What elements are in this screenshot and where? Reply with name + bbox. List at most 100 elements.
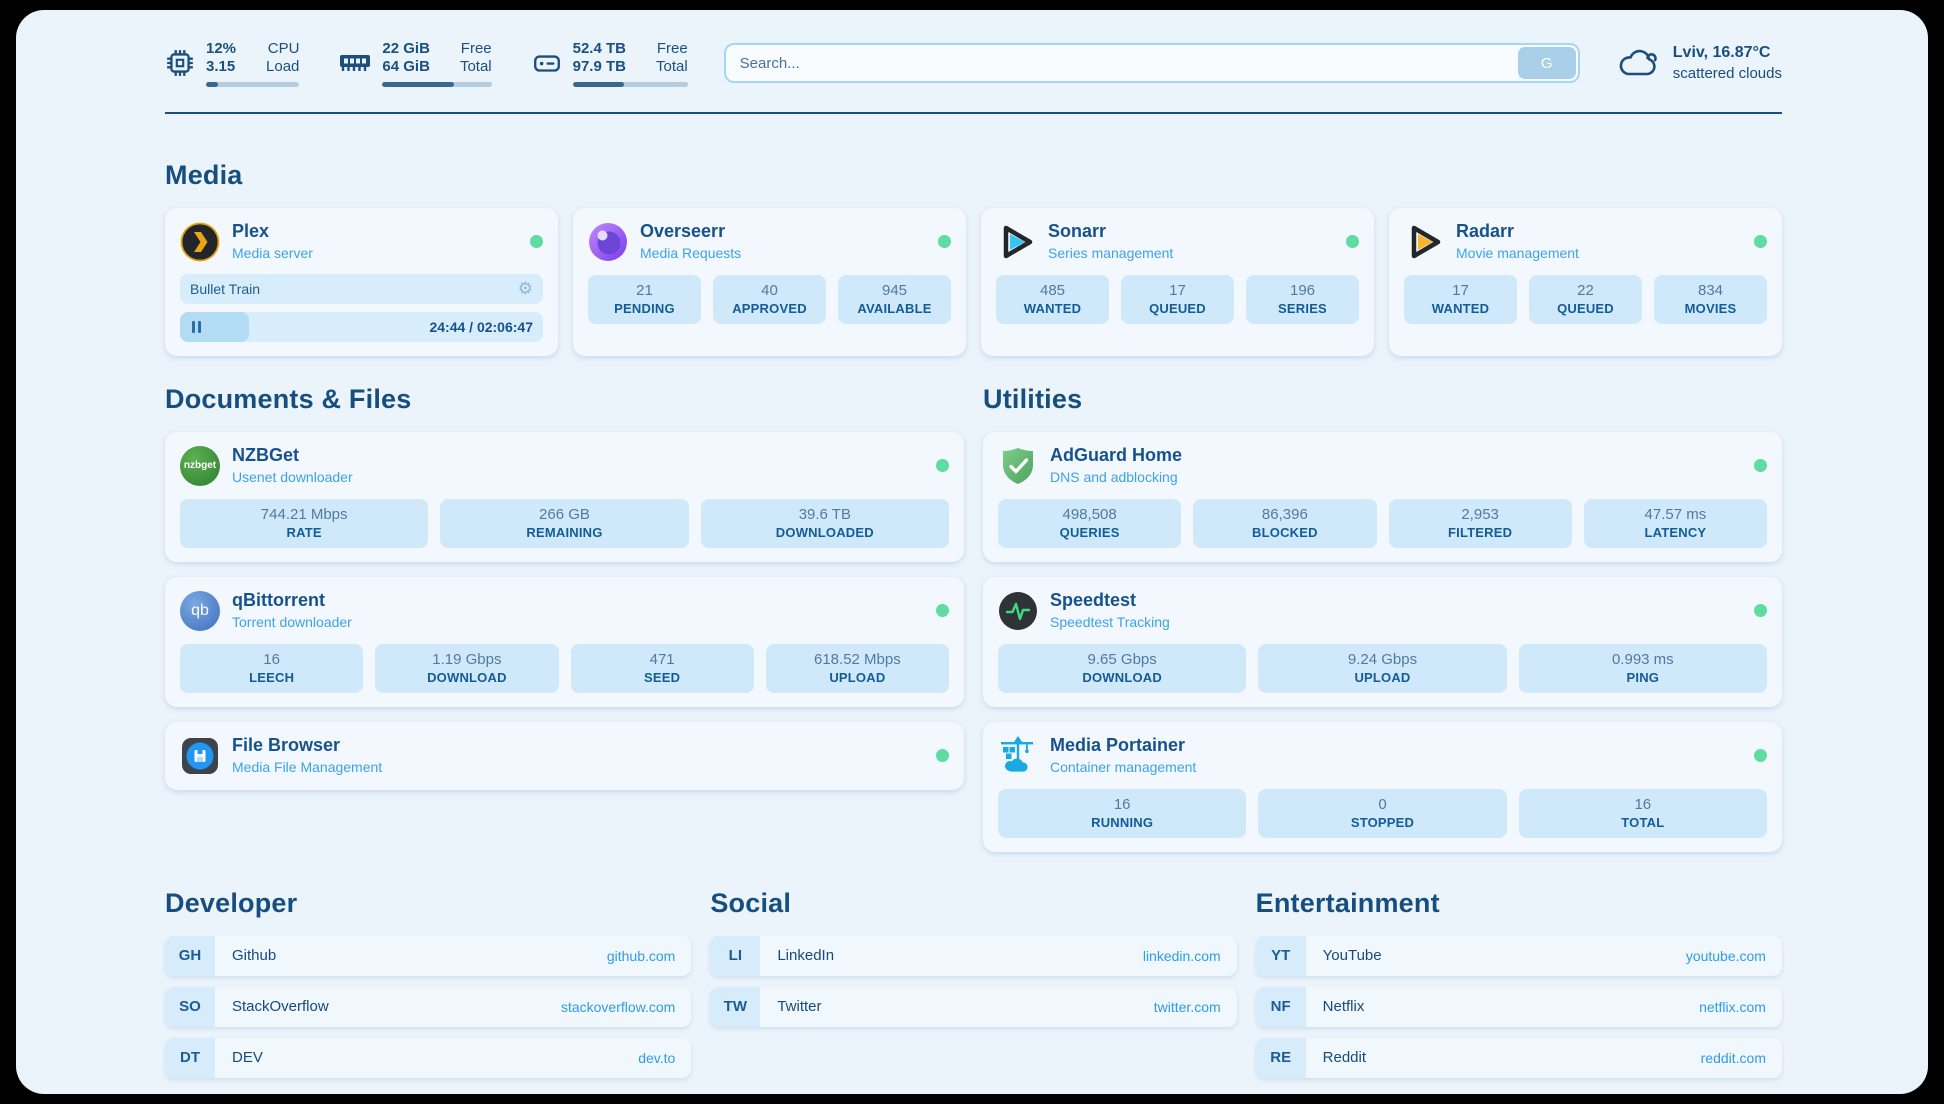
app-description: Media Requests bbox=[640, 245, 741, 261]
dashboard-panel: 12% CPU 3.15 Load 22 GiB bbox=[16, 10, 1928, 1094]
link-github[interactable]: GH Github github.com bbox=[165, 936, 691, 976]
section-title-entertainment: Entertainment bbox=[1256, 888, 1782, 919]
link-stackoverflow[interactable]: SO StackOverflow stackoverflow.com bbox=[165, 987, 691, 1027]
app-card-overseerr[interactable]: Overseerr Media Requests 21PENDING 40APP… bbox=[573, 208, 966, 356]
stat-value: 22 bbox=[1533, 282, 1638, 299]
link-netflix[interactable]: NF Netflix netflix.com bbox=[1256, 987, 1782, 1027]
app-card-radarr[interactable]: Radarr Movie management 17WANTED 22QUEUE… bbox=[1389, 208, 1782, 356]
stat-label: RATE bbox=[184, 525, 424, 540]
link-badge: GH bbox=[165, 936, 215, 976]
stat-label: REMAINING bbox=[444, 525, 684, 540]
portainer-icon bbox=[998, 736, 1038, 776]
settings-icon[interactable]: ⚙ bbox=[518, 280, 533, 297]
link-name: Twitter bbox=[777, 998, 821, 1015]
disk-free-value: 52.4 TB bbox=[573, 40, 626, 58]
stat-tile: 266 GB REMAINING bbox=[440, 499, 688, 548]
status-dot bbox=[1754, 459, 1767, 472]
nzbget-icon: nzbget bbox=[180, 446, 220, 486]
stat-label: APPROVED bbox=[717, 301, 822, 316]
section-title-media: Media bbox=[165, 160, 1782, 191]
app-card-qbittorrent[interactable]: qb qBittorrent Torrent downloader 16LEEC… bbox=[165, 577, 964, 707]
system-stats: 12% CPU 3.15 Load 22 GiB bbox=[165, 40, 688, 87]
link-badge: RE bbox=[1256, 1038, 1306, 1078]
status-dot bbox=[936, 749, 949, 762]
entertainment-column: Entertainment YT YouTube youtube.com NF … bbox=[1256, 888, 1782, 1078]
stat-label: QUEUED bbox=[1533, 301, 1638, 316]
app-card-filebrowser[interactable]: File Browser Media File Management bbox=[165, 722, 964, 790]
app-description: Torrent downloader bbox=[232, 614, 352, 630]
link-url[interactable]: twitter.com bbox=[1154, 999, 1221, 1015]
stat-tiles: 16LEECH 1.19 GbpsDOWNLOAD 471SEED 618.52… bbox=[180, 644, 949, 693]
link-name: YouTube bbox=[1323, 947, 1382, 964]
plex-icon bbox=[180, 222, 220, 262]
stat-label: UPLOAD bbox=[770, 670, 945, 685]
stat-label: PENDING bbox=[592, 301, 697, 316]
disk-progress-bar bbox=[573, 82, 688, 87]
link-linkedin[interactable]: LI LinkedIn linkedin.com bbox=[710, 936, 1236, 976]
link-url[interactable]: dev.to bbox=[638, 1050, 675, 1066]
link-url[interactable]: github.com bbox=[607, 948, 675, 964]
search-provider-button[interactable]: G bbox=[1518, 47, 1576, 79]
now-playing-title: Bullet Train bbox=[190, 281, 260, 297]
app-card-portainer[interactable]: Media Portainer Container management 16R… bbox=[983, 722, 1782, 852]
disk-free-label: Free bbox=[656, 40, 688, 58]
cpu-load-value: 3.15 bbox=[206, 58, 236, 76]
link-url[interactable]: linkedin.com bbox=[1143, 948, 1221, 964]
status-dot bbox=[1754, 604, 1767, 617]
link-url[interactable]: netflix.com bbox=[1699, 999, 1766, 1015]
middle-columns: Documents & Files nzbget NZBGet Usenet d… bbox=[165, 356, 1782, 852]
app-card-sonarr[interactable]: Sonarr Series management 485WANTED 17QUE… bbox=[981, 208, 1374, 356]
app-card-adguard[interactable]: AdGuard Home DNS and adblocking 498,508Q… bbox=[983, 432, 1782, 562]
app-card-speedtest[interactable]: Speedtest Speedtest Tracking 9.65 GbpsDO… bbox=[983, 577, 1782, 707]
stat-value: 266 GB bbox=[444, 506, 684, 523]
stat-value: 39.6 TB bbox=[705, 506, 945, 523]
link-badge: SO bbox=[165, 987, 215, 1027]
app-description: Usenet downloader bbox=[232, 469, 353, 485]
link-badge: DT bbox=[165, 1038, 215, 1078]
stat-label: SERIES bbox=[1250, 301, 1355, 316]
link-url[interactable]: youtube.com bbox=[1686, 948, 1766, 964]
link-twitter[interactable]: TW Twitter twitter.com bbox=[710, 987, 1236, 1027]
link-dev[interactable]: DT DEV dev.to bbox=[165, 1038, 691, 1078]
stat-value: 86,396 bbox=[1197, 506, 1372, 523]
app-description: Container management bbox=[1050, 759, 1196, 775]
speedtest-icon bbox=[998, 591, 1038, 631]
status-dot bbox=[1346, 235, 1359, 248]
app-title: File Browser bbox=[232, 736, 382, 756]
link-name: Reddit bbox=[1323, 1049, 1366, 1066]
stat-tile: 21PENDING bbox=[588, 275, 701, 324]
cpu-load-label: Load bbox=[266, 58, 299, 76]
link-url[interactable]: stackoverflow.com bbox=[561, 999, 675, 1015]
stat-value: 196 bbox=[1250, 282, 1355, 299]
app-card-nzbget[interactable]: nzbget NZBGet Usenet downloader 744.21 M… bbox=[165, 432, 964, 562]
search-input[interactable] bbox=[724, 43, 1580, 83]
radarr-icon bbox=[1404, 222, 1444, 262]
stat-value: 16 bbox=[1523, 796, 1763, 813]
status-dot bbox=[530, 235, 543, 248]
link-name: LinkedIn bbox=[777, 947, 834, 964]
stat-tile: 86,396BLOCKED bbox=[1193, 499, 1376, 548]
social-column: Social LI LinkedIn linkedin.com TW Twitt… bbox=[710, 888, 1236, 1027]
sonarr-icon bbox=[996, 222, 1036, 262]
stat-tile: 744.21 MbpsRATE bbox=[180, 499, 428, 548]
plex-now-playing: Bullet Train ⚙ bbox=[180, 274, 543, 304]
stat-tile: 196 SERIES bbox=[1246, 275, 1359, 324]
cpu-progress-bar bbox=[206, 82, 299, 87]
stat-label: SEED bbox=[575, 670, 750, 685]
link-youtube[interactable]: YT YouTube youtube.com bbox=[1256, 936, 1782, 976]
stat-tile: 17QUEUED bbox=[1121, 275, 1234, 324]
link-url[interactable]: reddit.com bbox=[1701, 1050, 1766, 1066]
stat-tiles: 21PENDING 40APPROVED 945AVAILABLE bbox=[588, 275, 951, 324]
stat-tile: 40APPROVED bbox=[713, 275, 826, 324]
app-card-plex[interactable]: Plex Media server Bullet Train ⚙ 24:44 /… bbox=[165, 208, 558, 356]
status-dot bbox=[1754, 235, 1767, 248]
ram-free-label: Free bbox=[460, 40, 492, 58]
stat-value: 17 bbox=[1408, 282, 1513, 299]
disk-total-value: 97.9 TB bbox=[573, 58, 626, 76]
stat-tile: 0STOPPED bbox=[1258, 789, 1506, 838]
stat-tile: 0.993 msPING bbox=[1519, 644, 1767, 693]
app-title: qBittorrent bbox=[232, 591, 352, 611]
link-reddit[interactable]: RE Reddit reddit.com bbox=[1256, 1038, 1782, 1078]
stat-label: DOWNLOAD bbox=[1002, 670, 1242, 685]
section-title-social: Social bbox=[710, 888, 1236, 919]
